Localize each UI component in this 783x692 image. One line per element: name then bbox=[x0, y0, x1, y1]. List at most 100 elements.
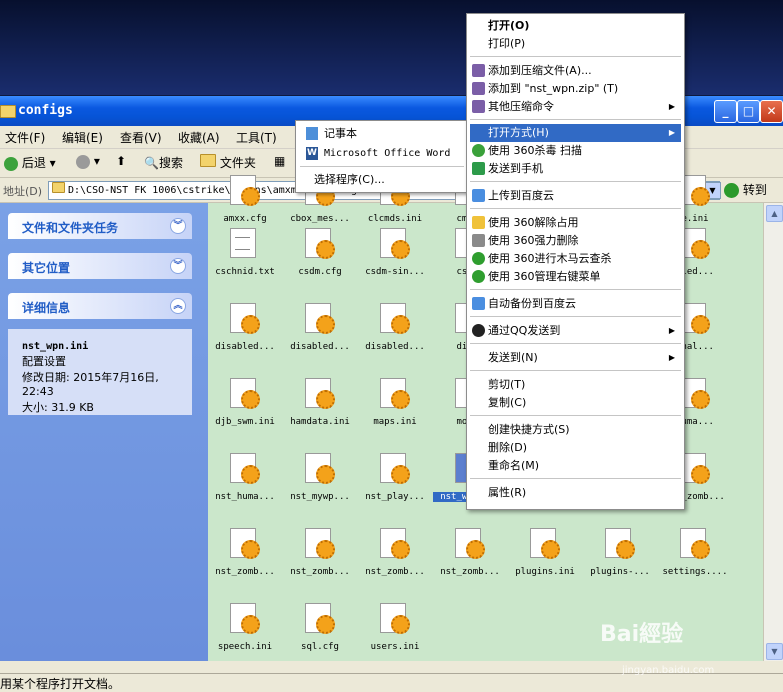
menu-add-archive[interactable]: 添加到压缩文件(A)... bbox=[470, 62, 681, 80]
menu-send-to[interactable]: 发送到(N) ▶ bbox=[470, 349, 681, 367]
file-item[interactable]: sql.cfg bbox=[283, 601, 357, 676]
maximize-button[interactable]: □ bbox=[737, 100, 760, 123]
menu-add-zip[interactable]: 添加到 "nst_wpn.zip" (T) bbox=[470, 80, 681, 98]
scroll-down-icon[interactable]: ▼ bbox=[766, 643, 783, 660]
menu-other-zip[interactable]: 其他压缩命令 ▶ bbox=[470, 98, 681, 116]
file-item[interactable]: disabled... bbox=[358, 301, 432, 376]
submenu-notepad[interactable]: 记事本 bbox=[300, 124, 464, 143]
file-item[interactable]: nst_zomb... bbox=[433, 526, 507, 601]
file-name: sql.cfg bbox=[301, 642, 339, 652]
menu-delete360[interactable]: 使用 360强力删除 bbox=[470, 232, 681, 250]
submenu-separator bbox=[300, 166, 464, 167]
config-file-icon bbox=[230, 453, 260, 484]
gear-icon bbox=[391, 390, 410, 409]
gear-icon bbox=[691, 540, 710, 559]
menu-open-with[interactable]: 打开方式(H) ▶ bbox=[470, 124, 681, 142]
up-folder-icon[interactable]: ⬆ bbox=[116, 154, 126, 168]
window-title: configs bbox=[18, 103, 73, 118]
gear-icon bbox=[691, 390, 710, 409]
expand-chevron-icon[interactable]: ︾ bbox=[170, 218, 186, 234]
menu-separator bbox=[470, 478, 681, 479]
menu-copy-label: 复制(C) bbox=[488, 396, 527, 409]
file-item[interactable]: users.ini bbox=[358, 601, 432, 676]
file-item[interactable]: nst_play... bbox=[358, 451, 432, 526]
file-name: maps.ini bbox=[373, 417, 417, 427]
address-folder-icon bbox=[52, 182, 65, 193]
menu-cut[interactable]: 剪切(T) bbox=[470, 376, 681, 394]
config-file-icon bbox=[380, 603, 410, 634]
menu-tools[interactable]: 工具(T) bbox=[236, 129, 277, 146]
menu-delete[interactable]: 删除(D) bbox=[470, 439, 681, 457]
close-button[interactable]: ✕ bbox=[760, 100, 783, 123]
menu-rightmenu360[interactable]: 使用 360管理右键菜单 bbox=[470, 268, 681, 286]
views-button[interactable]: ▦ bbox=[274, 154, 285, 168]
file-name: nst_zomb... bbox=[440, 567, 500, 577]
file-item[interactable]: csdm.cfg bbox=[283, 226, 357, 301]
gear-icon bbox=[241, 187, 260, 206]
menu-view[interactable]: 查看(V) bbox=[120, 129, 162, 146]
minimize-button[interactable]: _ bbox=[714, 100, 737, 123]
expand-chevron-icon[interactable]: ︾ bbox=[170, 258, 186, 274]
file-item[interactable]: speech.ini bbox=[208, 601, 282, 676]
menu-rightmenu360-label: 使用 360管理右键菜单 bbox=[488, 270, 601, 283]
menu-edit[interactable]: 编辑(E) bbox=[62, 129, 103, 146]
menu-copy[interactable]: 复制(C) bbox=[470, 394, 681, 412]
menu-open[interactable]: 打开(O) bbox=[470, 17, 681, 35]
file-name: cschnid.txt bbox=[215, 267, 275, 277]
submenu-choose-program[interactable]: 选择程序(C)... bbox=[300, 170, 464, 189]
scroll-up-icon[interactable]: ▲ bbox=[766, 205, 783, 222]
go-button[interactable]: 转到 bbox=[724, 181, 778, 199]
file-item[interactable]: plugins.ini bbox=[508, 526, 582, 601]
menu-autobackup[interactable]: 自动备份到百度云 bbox=[470, 295, 681, 313]
file-item[interactable]: nst_mywp... bbox=[283, 451, 357, 526]
file-item[interactable]: csdm-sin... bbox=[358, 226, 432, 301]
file-item[interactable]: nst_zomb... bbox=[358, 526, 432, 601]
gear-icon bbox=[241, 315, 260, 334]
forward-button[interactable]: ▾ bbox=[76, 154, 100, 169]
menu-qq-send[interactable]: 通过QQ发送到 ▶ bbox=[470, 322, 681, 340]
file-item[interactable]: plugins-... bbox=[583, 526, 657, 601]
other-places-header[interactable]: 其它位置 ︾ bbox=[8, 253, 192, 279]
file-item[interactable]: maps.ini bbox=[358, 376, 432, 451]
file-name: plugins-... bbox=[590, 567, 650, 577]
menu-favorites[interactable]: 收藏(A) bbox=[178, 129, 220, 146]
vertical-scrollbar[interactable]: ▲ ▼ bbox=[763, 203, 783, 661]
tasks-panel-header[interactable]: 文件和文件夹任务 ︾ bbox=[8, 213, 192, 239]
file-item[interactable]: disabled... bbox=[283, 301, 357, 376]
gear-icon bbox=[691, 240, 710, 259]
file-item[interactable]: nst_huma... bbox=[208, 451, 282, 526]
menu-baidu-upload[interactable]: 上传到百度云 bbox=[470, 187, 681, 205]
details-panel-header[interactable]: 详细信息 ︽ bbox=[8, 293, 192, 319]
menu-properties[interactable]: 属性(R) bbox=[470, 484, 681, 502]
file-item[interactable]: hamdata.ini bbox=[283, 376, 357, 451]
search-label: 搜索 bbox=[158, 156, 183, 170]
folders-label: 文件夹 bbox=[219, 156, 256, 170]
submenu-arrow-icon: ▶ bbox=[668, 353, 675, 362]
menu-unlock360[interactable]: 使用 360解除占用 bbox=[470, 214, 681, 232]
menu-trojan360[interactable]: 使用 360进行木马云查杀 bbox=[470, 250, 681, 268]
back-button[interactable]: 后退 ▾ bbox=[4, 154, 56, 171]
submenu-word-label: Microsoft Office Word bbox=[324, 148, 451, 159]
menu-scan360[interactable]: 使用 360杀毒 扫描 bbox=[470, 142, 681, 160]
file-item[interactable]: djb_swm.ini bbox=[208, 376, 282, 451]
gear-icon bbox=[316, 615, 335, 634]
submenu-notepad-label: 记事本 bbox=[324, 127, 357, 140]
file-item[interactable]: disabled... bbox=[208, 301, 282, 376]
open-with-submenu: 记事本 W Microsoft Office Word 选择程序(C)... bbox=[295, 120, 469, 193]
menu-shortcut[interactable]: 创建快捷方式(S) bbox=[470, 421, 681, 439]
file-item[interactable]: nst_zomb... bbox=[283, 526, 357, 601]
file-name: djb_swm.ini bbox=[215, 417, 275, 427]
menu-rename[interactable]: 重命名(M) bbox=[470, 457, 681, 475]
file-item[interactable]: nst_zomb... bbox=[208, 526, 282, 601]
menu-file[interactable]: 文件(F) bbox=[5, 129, 45, 146]
search-button[interactable]: 🔍搜索 bbox=[144, 154, 183, 171]
file-name: disabled... bbox=[365, 342, 425, 352]
menu-send-phone[interactable]: 发送到手机 bbox=[470, 160, 681, 178]
submenu-word[interactable]: W Microsoft Office Word bbox=[300, 144, 464, 163]
file-item[interactable]: settings.... bbox=[658, 526, 732, 601]
folders-button[interactable]: 文件夹 bbox=[200, 154, 256, 171]
config-file-icon bbox=[230, 378, 260, 409]
file-item[interactable]: cschnid.txt bbox=[208, 226, 282, 301]
menu-print[interactable]: 打印(P) bbox=[470, 35, 681, 53]
collapse-chevron-icon[interactable]: ︽ bbox=[170, 298, 186, 314]
